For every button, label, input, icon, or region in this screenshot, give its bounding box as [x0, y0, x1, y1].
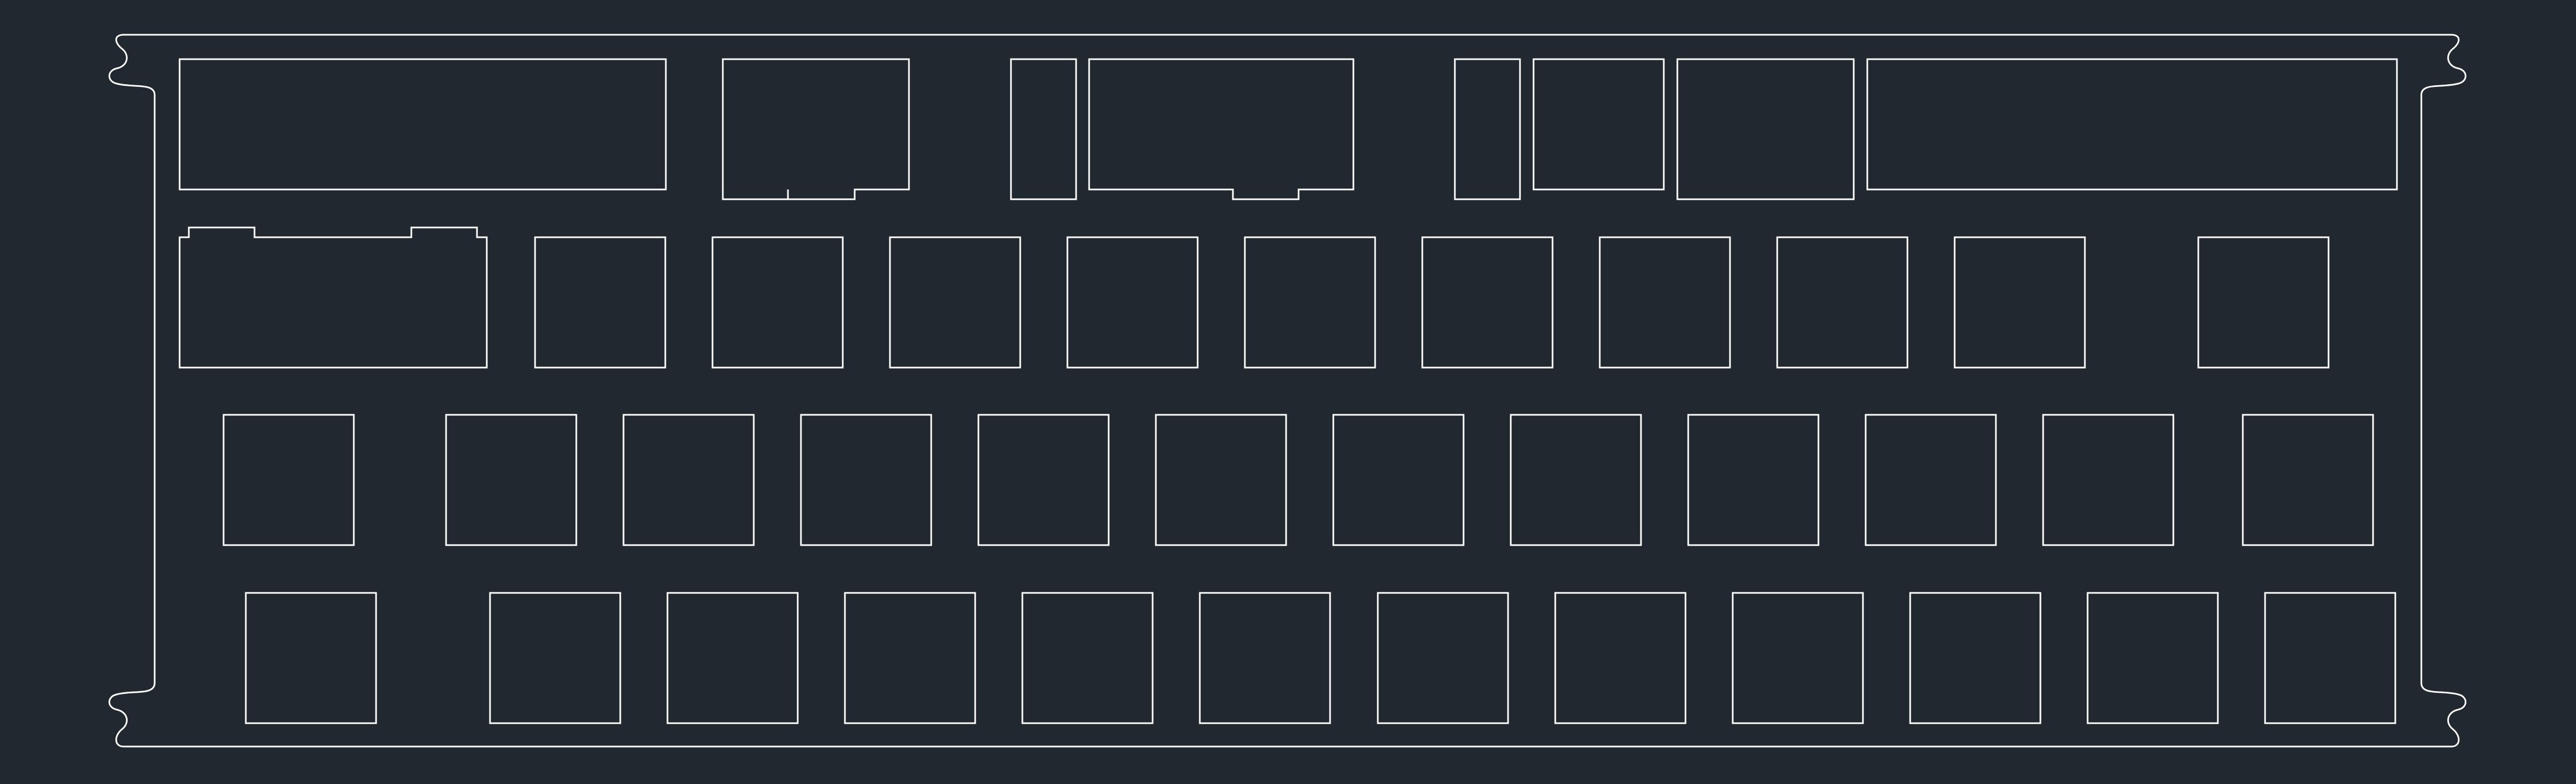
cutout-r4-8 — [1554, 592, 1687, 724]
cutout-r3-4 — [800, 414, 932, 546]
cutout-r3-7 — [1332, 414, 1465, 546]
cutout-r2-10 — [1954, 236, 2086, 369]
cutout-r1-2 — [722, 58, 910, 200]
cutout-r3-2 — [445, 414, 577, 546]
cutout-r4-6 — [1199, 592, 1331, 724]
cutout-r3-8 — [1510, 414, 1642, 546]
cutout-r4-2 — [489, 592, 621, 724]
cutout-r2-8 — [1599, 236, 1731, 369]
cutout-r3-12 — [2242, 414, 2374, 546]
cutout-r2-4 — [889, 236, 1021, 369]
row-3 — [222, 414, 2374, 546]
row-2 — [179, 226, 2330, 369]
cutout-r4-1 — [245, 592, 377, 724]
cutout-r2-1 — [179, 226, 488, 369]
cutout-r3-6 — [1155, 414, 1287, 546]
cutout-r4-10 — [1909, 592, 2041, 724]
cutout-r3-10 — [1865, 414, 1997, 546]
cutout-r4-7 — [1377, 592, 1509, 724]
plate-drawing-canvas — [0, 0, 2576, 782]
cutout-r1-3 — [1010, 58, 1077, 200]
cutout-r2-3 — [711, 236, 844, 369]
cutout-r2-2 — [534, 236, 666, 369]
row-4 — [245, 592, 2396, 724]
cutout-r4-9 — [1732, 592, 1864, 724]
cutout-r1-7 — [1676, 58, 1855, 200]
keyboard-plate-svg — [109, 34, 2466, 748]
row-1 — [179, 58, 2398, 200]
cutout-r4-11 — [2087, 592, 2219, 724]
cutout-r1-1 — [179, 58, 667, 191]
cutout-r3-1 — [222, 414, 355, 546]
cutout-r3-3 — [622, 414, 755, 546]
cutout-r1-5 — [1454, 58, 1521, 200]
cutout-r3-9 — [1687, 414, 1820, 546]
cutout-r1-4 — [1088, 58, 1354, 200]
cutout-r3-11 — [2042, 414, 2174, 546]
cutout-r2-11 — [2197, 236, 2330, 369]
cutout-r4-3 — [666, 592, 799, 724]
cutout-r3-5 — [977, 414, 1110, 546]
cutout-r2-9 — [1776, 236, 1909, 369]
cutout-r1-8 — [1866, 58, 2398, 191]
cutout-r4-4 — [844, 592, 976, 724]
cutout-r4-5 — [1021, 592, 1154, 724]
cutout-r4-12 — [2264, 592, 2396, 724]
cutout-r2-5 — [1066, 236, 1199, 369]
cutout-r2-6 — [1244, 236, 1376, 369]
plate-outline — [109, 34, 2466, 748]
cutout-r1-6 — [1532, 58, 1665, 191]
cutout-r2-7 — [1421, 236, 1554, 369]
